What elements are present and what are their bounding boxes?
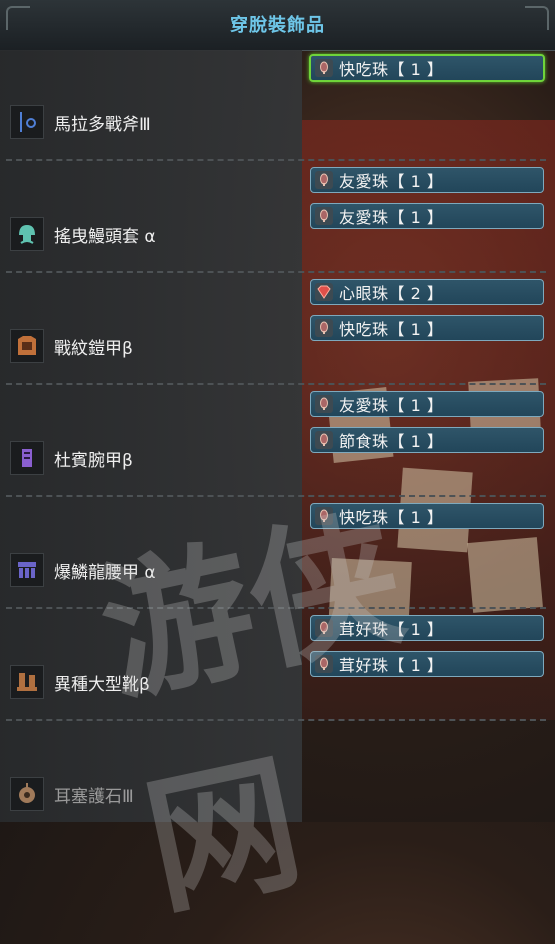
chest-armor-icon (10, 329, 44, 363)
row-divider (6, 271, 546, 273)
gauntlet-icon (10, 441, 44, 475)
level1-jewel-icon (315, 395, 333, 413)
equipment-item[interactable]: 杜賓腕甲β (10, 440, 133, 476)
equipment-name: 馬拉多戰斧Ⅲ (54, 114, 151, 135)
decoration-slot[interactable]: 心眼珠【 2 】 (310, 279, 544, 305)
decoration-slot[interactable]: 快吃珠【 1 】 (309, 54, 545, 82)
equipment-item[interactable]: 搖曳鰻頭套 α (10, 216, 156, 252)
waist-armor-icon (10, 553, 44, 587)
title-bar: 穿脫裝飾品 (0, 0, 555, 51)
page-title: 穿脫裝飾品 (230, 15, 325, 36)
level1-jewel-icon (315, 431, 333, 449)
level1-jewel-icon (315, 59, 333, 77)
charm-icon (10, 777, 44, 811)
decoration-label: 友愛珠【 1 】 (339, 172, 444, 191)
boots-icon (10, 665, 44, 699)
decoration-label: 友愛珠【 1 】 (339, 208, 444, 227)
equipment-item[interactable]: 耳塞護石Ⅲ (10, 776, 134, 812)
equipment-item[interactable]: 戰紋鎧甲β (10, 328, 133, 364)
decoration-slot[interactable]: 友愛珠【 1 】 (310, 167, 544, 193)
greatsword-icon (10, 105, 44, 139)
decoration-label: 快吃珠【 1 】 (339, 60, 444, 79)
decoration-slot[interactable]: 友愛珠【 1 】 (310, 203, 544, 229)
equipment-name: 耳塞護石Ⅲ (54, 786, 134, 807)
level1-jewel-icon (315, 319, 333, 337)
equipment-item[interactable]: 馬拉多戰斧Ⅲ (10, 104, 151, 140)
decoration-label: 友愛珠【 1 】 (339, 396, 444, 415)
level1-jewel-icon (315, 171, 333, 189)
row-divider (6, 159, 546, 161)
equipment-name: 搖曳鰻頭套 α (54, 226, 156, 247)
helmet-icon (10, 217, 44, 251)
decoration-slot[interactable]: 友愛珠【 1 】 (310, 391, 544, 417)
equipment-name: 杜賓腕甲β (54, 450, 133, 471)
row-divider (6, 383, 546, 385)
decoration-slot[interactable]: 快吃珠【 1 】 (310, 315, 544, 341)
decoration-label: 快吃珠【 1 】 (339, 320, 444, 339)
level2-jewel-icon (315, 283, 333, 301)
watermark: 游侠网 (86, 489, 417, 937)
level1-jewel-icon (315, 207, 333, 225)
equipment-name: 戰紋鎧甲β (54, 338, 133, 359)
decoration-label: 心眼珠【 2 】 (339, 284, 444, 303)
